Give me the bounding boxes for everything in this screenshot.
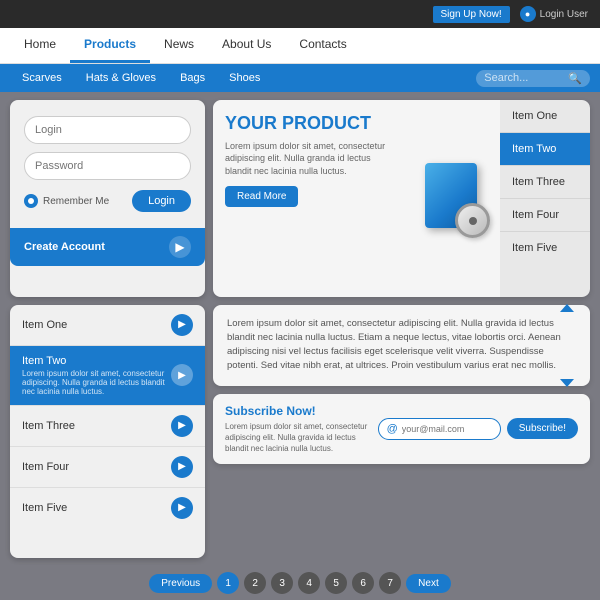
list-item-subtext: Lorem ipsum dolor sit amet, consectetur … [22, 369, 171, 396]
list-item-left: Item One [22, 319, 67, 331]
subscribe-box: Subscribe Now! Lorem ipsum dolor sit ame… [213, 394, 590, 465]
subnav-item-scarves[interactable]: Scarves [10, 64, 74, 92]
list-item[interactable]: Item Two [500, 133, 590, 166]
search-icon: 🔍 [568, 72, 582, 85]
page-number-6[interactable]: 6 [352, 572, 374, 594]
password-input[interactable] [24, 152, 191, 180]
search-input[interactable] [484, 72, 564, 84]
product-widget: YOUR PRODUCT Lorem ipsum dolor sit amet,… [213, 100, 500, 297]
product-info: YOUR PRODUCT Lorem ipsum dolor sit amet,… [213, 100, 410, 297]
product-disc [455, 203, 490, 238]
create-account-arrow-icon: ▶ [169, 236, 191, 258]
product-section: YOUR PRODUCT Lorem ipsum dolor sit amet,… [213, 100, 590, 297]
product-image [410, 100, 500, 297]
bottom-right-panel: Lorem ipsum dolor sit amet, consectetur … [213, 305, 590, 559]
create-account-bar[interactable]: Create Account ▶ [10, 228, 205, 266]
read-more-button[interactable]: Read More [225, 186, 298, 207]
list-item-label: Item Five [22, 502, 67, 514]
play-icon[interactable]: ▶ [171, 456, 193, 478]
next-button[interactable]: Next [406, 574, 451, 593]
radio-button [24, 194, 38, 208]
list-item-left: Item Five [22, 502, 67, 514]
subnav-item-shoes[interactable]: Shoes [217, 64, 272, 92]
list-item-label: Item One [22, 319, 67, 331]
list-item-label: Item Two [22, 355, 171, 367]
email-input-wrap: @ [378, 418, 501, 440]
search-container: 🔍 [476, 70, 590, 87]
list-item-label: Item Four [22, 461, 69, 473]
bottom-left-panel: Item One ▶ Item Two Lorem ipsum dolor si… [10, 305, 205, 559]
remember-me[interactable]: Remember Me [24, 194, 109, 208]
subscribe-info: Subscribe Now! Lorem ipsum dolor sit ame… [225, 404, 368, 455]
pagination: Previous 1 2 3 4 5 6 7 Next [0, 566, 600, 600]
user-icon: ● [520, 6, 536, 22]
list-item-left: Item Two Lorem ipsum dolor sit amet, con… [22, 355, 171, 396]
nav-item-news[interactable]: News [150, 28, 208, 63]
nav-item-contacts[interactable]: Contacts [285, 28, 360, 63]
nav-item-about[interactable]: About Us [208, 28, 285, 63]
subscribe-title: Subscribe Now! [225, 404, 368, 418]
main-content: Remember Me Login Create Account ▶ YOUR … [0, 92, 600, 566]
remember-login-row: Remember Me Login [24, 190, 191, 212]
login-button[interactable]: Login [132, 190, 191, 212]
login-input[interactable] [24, 116, 191, 144]
list-item-left: Item Three [22, 420, 75, 432]
nav-bar: Home Products News About Us Contacts [0, 28, 600, 64]
play-icon[interactable]: ▶ [171, 314, 193, 336]
subnav-item-hats[interactable]: Hats & Gloves [74, 64, 168, 92]
subscribe-desc: Lorem ipsum dolor sit amet, consectetur … [225, 421, 368, 455]
list-item[interactable]: Item One ▶ [10, 305, 205, 346]
nav-item-home[interactable]: Home [10, 28, 70, 63]
item-list-right: Item One Item Two Item Three Item Four I… [500, 100, 590, 297]
list-item-label: Item Three [22, 420, 75, 432]
email-input[interactable] [402, 424, 492, 434]
text-content-box: Lorem ipsum dolor sit amet, consectetur … [213, 305, 590, 386]
page-number-1[interactable]: 1 [217, 572, 239, 594]
list-item[interactable]: Item Three ▶ [10, 406, 205, 447]
play-icon[interactable]: ▶ [171, 415, 193, 437]
text-content: Lorem ipsum dolor sit amet, consectetur … [227, 318, 561, 372]
login-user-label: Login User [540, 9, 588, 20]
page-number-7[interactable]: 7 [379, 572, 401, 594]
list-item[interactable]: Item Two Lorem ipsum dolor sit amet, con… [10, 346, 205, 406]
product-desc: Lorem ipsum dolor sit amet, consectetur … [225, 140, 398, 178]
scroll-down-icon[interactable] [560, 379, 574, 387]
list-item[interactable]: Item Five ▶ [10, 488, 205, 528]
page-number-5[interactable]: 5 [325, 572, 347, 594]
list-item[interactable]: Item Four [500, 199, 590, 232]
sub-nav: Scarves Hats & Gloves Bags Shoes 🔍 [0, 64, 600, 92]
play-icon[interactable]: ▶ [171, 364, 193, 386]
login-panel: Remember Me Login Create Account ▶ [10, 100, 205, 297]
email-icon: @ [387, 423, 398, 435]
list-item[interactable]: Item Five [500, 232, 590, 264]
subnav-item-bags[interactable]: Bags [168, 64, 217, 92]
subscribe-form: @ Subscribe! [378, 418, 578, 440]
nav-item-products[interactable]: Products [70, 28, 150, 63]
top-bar: Sign Up Now! ● Login User [0, 0, 600, 28]
remember-me-label: Remember Me [43, 196, 109, 207]
page-number-4[interactable]: 4 [298, 572, 320, 594]
list-item[interactable]: Item Three [500, 166, 590, 199]
subscribe-button[interactable]: Subscribe! [507, 418, 578, 439]
list-item[interactable]: Item One [500, 100, 590, 133]
play-icon[interactable]: ▶ [171, 497, 193, 519]
product-title: YOUR PRODUCT [225, 114, 398, 134]
list-item[interactable]: Item Four ▶ [10, 447, 205, 488]
create-account-label: Create Account [24, 241, 105, 253]
list-item-left: Item Four [22, 461, 69, 473]
prev-button[interactable]: Previous [149, 574, 212, 593]
product-3d-icon [420, 158, 490, 238]
login-user[interactable]: ● Login User [520, 6, 588, 22]
scroll-up-icon[interactable] [560, 304, 574, 312]
page-number-2[interactable]: 2 [244, 572, 266, 594]
page-number-3[interactable]: 3 [271, 572, 293, 594]
signup-button[interactable]: Sign Up Now! [433, 6, 510, 23]
